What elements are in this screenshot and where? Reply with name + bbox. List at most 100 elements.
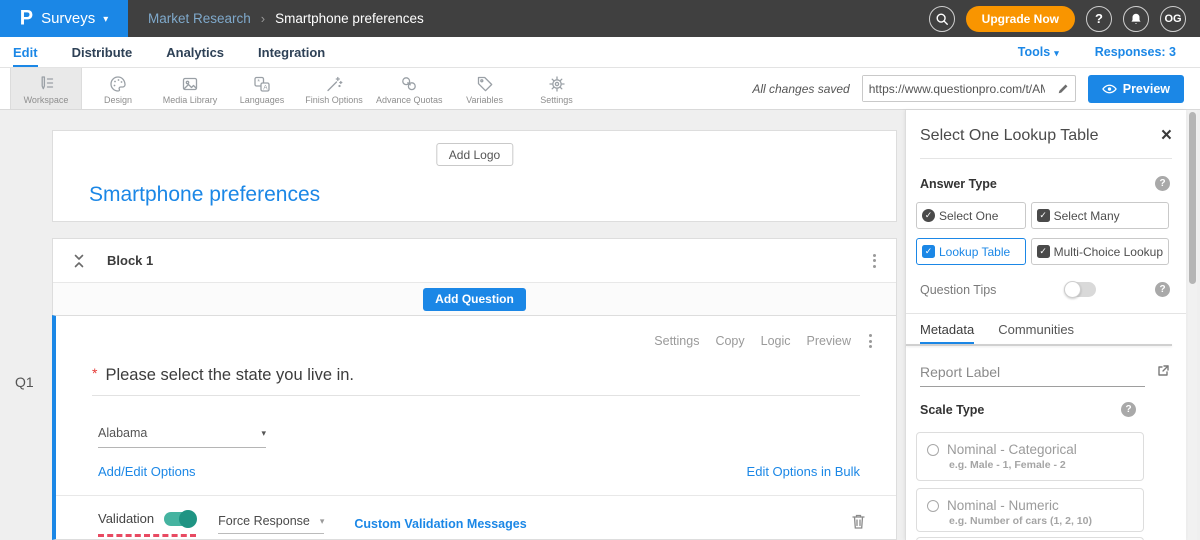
add-logo-button[interactable]: Add Logo (436, 143, 513, 166)
question-logic-link[interactable]: Logic (761, 334, 791, 348)
answer-type-select-many[interactable]: ✓ Select Many (1031, 202, 1169, 229)
breadcrumb-folder[interactable]: Market Research (148, 11, 251, 26)
toolbar-items: Workspace Design Media Library *A Langua… (0, 68, 593, 109)
question-preview-link[interactable]: Preview (807, 334, 851, 348)
upgrade-now-button[interactable]: Upgrade Now (966, 6, 1075, 32)
tab-communities[interactable]: Communities (998, 322, 1074, 344)
question-copy-link[interactable]: Copy (715, 334, 744, 348)
state-dropdown[interactable]: Alabama ▾ (98, 426, 266, 448)
tools-menu[interactable]: Tools ▾ (1018, 45, 1059, 59)
tab-edit[interactable]: Edit (13, 37, 38, 67)
search-button[interactable] (929, 6, 955, 32)
custom-validation-link[interactable]: Custom Validation Messages (354, 517, 526, 531)
question-tips-toggle[interactable] (1064, 282, 1096, 297)
toolbar-item-label: Languages (240, 95, 285, 105)
question-settings-link[interactable]: Settings (654, 334, 699, 348)
survey-canvas: Q1 Add Logo Smartphone preferences Block… (0, 110, 900, 540)
toolbar-item-design[interactable]: Design (82, 68, 154, 109)
toolbar-item-finish-options[interactable]: Finish Options (298, 68, 370, 109)
question-divider (56, 495, 896, 496)
responses-link[interactable]: Responses: 3 (1095, 45, 1176, 59)
image-icon (180, 74, 200, 94)
bell-icon (1129, 12, 1143, 26)
survey-title[interactable]: Smartphone preferences (89, 183, 320, 207)
toolbar-item-languages[interactable]: *A Languages (226, 68, 298, 109)
answer-type-lookup-table[interactable]: ✓ Lookup Table (916, 238, 1026, 265)
toolbar-item-label: Workspace (24, 95, 69, 105)
notifications-button[interactable] (1123, 6, 1149, 32)
tab-integration[interactable]: Integration (258, 37, 325, 67)
toolbar-item-settings[interactable]: Settings (521, 68, 593, 109)
help-icon[interactable]: ? (1155, 282, 1170, 297)
tab-analytics[interactable]: Analytics (166, 37, 224, 67)
survey-url-field (862, 75, 1076, 102)
product-switcher[interactable]: P Surveys ▾ (0, 0, 128, 37)
svg-text:A: A (263, 84, 268, 91)
required-asterisk-icon: * (92, 365, 97, 381)
nav-right: Tools ▾ Responses: 3 (1018, 45, 1200, 59)
block-card: Block 1 Add Question (52, 238, 897, 315)
tab-metadata[interactable]: Metadata (920, 322, 974, 344)
toolbar-item-label: Variables (466, 95, 503, 105)
answer-type-multi-choice-lookup[interactable]: ✓ Multi-Choice Lookup (1031, 238, 1169, 265)
search-icon (935, 12, 949, 26)
scale-option-nominal-numeric[interactable]: Nominal - Numeric e.g. Number of cars (1… (916, 488, 1144, 532)
toolbar-item-label: Media Library (163, 95, 218, 105)
panel-scrollbar[interactable] (1188, 110, 1197, 540)
answer-type-option-label: Lookup Table (939, 245, 1010, 259)
gear-icon (547, 74, 567, 94)
validation-control: Validation (98, 511, 196, 537)
question-text-field[interactable]: * Please select the state you live in. (92, 366, 860, 396)
question-text[interactable]: Please select the state you live in. (105, 366, 354, 385)
chevron-down-icon: ▾ (1054, 48, 1059, 58)
panel-section-divider (906, 313, 1186, 314)
survey-url-input[interactable] (863, 76, 1051, 101)
check-square-icon: ✓ (1037, 209, 1050, 222)
close-icon[interactable]: × (1161, 126, 1172, 145)
answer-type-select-one[interactable]: ✓ Select One (916, 202, 1026, 229)
survey-header-card: Add Logo Smartphone preferences (52, 130, 897, 222)
expand-external-icon[interactable] (1156, 364, 1170, 383)
block-menu-button[interactable] (871, 252, 878, 270)
answer-type-option-label: Select Many (1054, 209, 1120, 223)
scrollbar-thumb[interactable] (1189, 112, 1196, 284)
save-status: All changes saved (752, 82, 849, 96)
radio-icon[interactable] (927, 500, 939, 512)
force-response-dropdown[interactable]: Force Response ▾ (218, 514, 324, 534)
toolbar-item-advance-quotas[interactable]: Advance Quotas (370, 68, 449, 109)
collapse-block-icon[interactable] (71, 252, 87, 270)
question-more-button[interactable] (867, 332, 874, 350)
workspace-icon (36, 74, 56, 94)
preview-button[interactable]: Preview (1088, 75, 1184, 103)
svg-text:*: * (257, 79, 260, 86)
help-icon[interactable]: ? (1121, 402, 1136, 417)
translate-icon: *A (252, 74, 272, 94)
breadcrumb-separator-icon: › (261, 11, 265, 26)
tab-distribute[interactable]: Distribute (72, 37, 133, 67)
panel-divider (920, 158, 1172, 159)
toolbar-item-media-library[interactable]: Media Library (154, 68, 226, 109)
check-circle-icon: ✓ (922, 209, 935, 222)
toolbar-item-variables[interactable]: Variables (449, 68, 521, 109)
add-question-button[interactable]: Add Question (423, 288, 526, 311)
toolbar-item-workspace[interactable]: Workspace (10, 68, 82, 109)
scale-option-nominal-categorical[interactable]: Nominal - Categorical e.g. Male - 1, Fem… (916, 432, 1144, 481)
edit-options-bulk-link[interactable]: Edit Options in Bulk (747, 464, 860, 479)
survey-nav: Edit Distribute Analytics Integration To… (0, 37, 1200, 68)
radio-icon[interactable] (927, 444, 939, 456)
delete-question-button[interactable] (851, 513, 866, 535)
edit-url-button[interactable] (1051, 76, 1075, 101)
report-label-input[interactable] (920, 362, 1145, 387)
scale-type-label: Scale Type (920, 403, 984, 417)
add-edit-options-link[interactable]: Add/Edit Options (98, 464, 196, 479)
avatar[interactable]: OG (1160, 6, 1186, 32)
answer-type-label: Answer Type (920, 177, 997, 191)
scale-option-label: Nominal - Numeric (947, 498, 1059, 513)
help-icon[interactable]: ? (1155, 176, 1170, 191)
block-title[interactable]: Block 1 (107, 253, 153, 268)
help-button[interactable]: ? (1086, 6, 1112, 32)
toolbar-item-label: Design (104, 95, 132, 105)
validation-toggle[interactable] (164, 512, 196, 526)
question-card: Settings Copy Logic Preview * Please sel… (52, 315, 897, 540)
tools-label: Tools (1018, 45, 1050, 59)
